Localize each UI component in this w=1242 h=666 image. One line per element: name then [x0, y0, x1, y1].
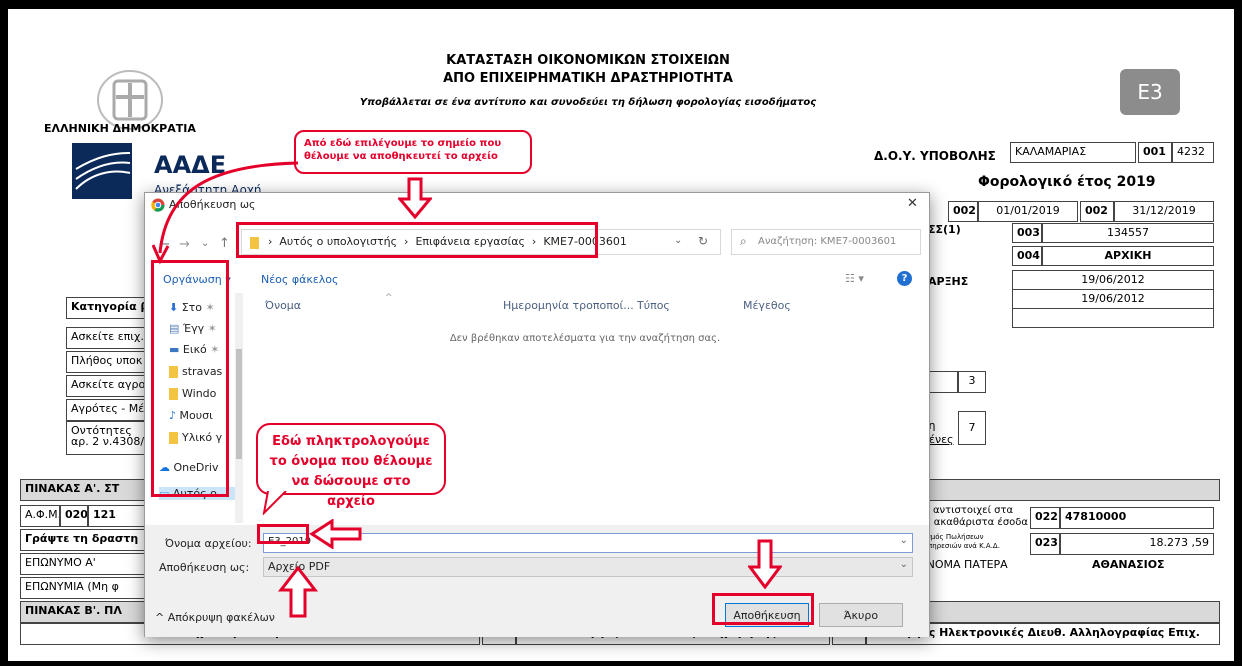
value-023-cell: 18.273 ,59	[1060, 533, 1214, 555]
period-code-b: 002	[1080, 201, 1114, 222]
fiscal-year: Φορολογικό έτος 2019	[978, 174, 1156, 190]
doy-label: Δ.Ο.Υ. ΥΠΟΒΟΛΗΣ	[874, 149, 996, 163]
eponymo-row: ΕΠΩΝΥΜΟ Α'	[20, 553, 150, 575]
small-note-2: υπηρεσιών ανά Κ.Α.Δ.	[924, 542, 1000, 550]
empty-message: Δεν βρέθηκαν αποτελέσματα για την αναζήτ…	[449, 333, 721, 344]
arrow-down-top-icon	[398, 177, 432, 219]
savetype-select[interactable]: Αρχείο PDF ⌄	[263, 557, 913, 577]
code-003: 003	[1012, 223, 1042, 243]
column-date[interactable]: Ημερομηνία τροποποί...	[503, 299, 634, 312]
aade-logo	[72, 143, 132, 199]
highlight-filename	[257, 524, 309, 544]
refresh-icon[interactable]: ↻	[698, 234, 708, 248]
callout-top-text: Από εδώ επιλέγουμε το σημείο που θέλουμε…	[304, 138, 502, 162]
view-options-icon[interactable]: ☷ ▾	[845, 272, 864, 285]
period-code-a: 002	[948, 201, 978, 222]
small-note-1: ισμός Πωλήσεων	[924, 533, 984, 541]
chevron-up-icon: ^	[155, 611, 165, 624]
father-value: ΑΘΑΝΑΣΙΟΣ	[1088, 556, 1198, 578]
hide-folders-toggle[interactable]: ^ Απόκρυψη φακέλων	[155, 611, 275, 624]
doy-code: 4232	[1172, 142, 1214, 163]
arrow-down-save-icon	[748, 539, 782, 589]
callout-bottom: Εδώ πληκτρολογούμε το όνομα που θέλουμε …	[256, 423, 446, 509]
grapste-row: Γράψτε τη δραστη	[20, 529, 150, 551]
form-subtitle: Υποβάλλεται σε ένα αντίτυπο και συνοδεύε…	[359, 97, 817, 108]
afm-code: 020	[60, 505, 88, 527]
left-row: Αγρότες - Μέ	[66, 399, 148, 421]
code-004: 004	[1012, 246, 1042, 266]
filename-label: Όνομα αρχείου:	[165, 537, 252, 550]
eponymia-row: ΕΠΩΝΥΜΙΑ (Μη φ	[20, 577, 150, 599]
file-list-header: Όνομα ^ Ημερομηνία τροποποί... Τύπος Μέγ…	[255, 293, 915, 317]
left-row-multi: Οντότητες αρ. 2 ν.4308/	[66, 421, 148, 455]
sort-caret-icon: ^	[385, 293, 393, 303]
blank-cell	[1012, 308, 1214, 328]
value-003: 134557	[1042, 223, 1214, 243]
savetype-dropdown-icon[interactable]: ⌄	[900, 559, 908, 570]
doy-value: ΚΑΛΑΜΑΡΙΑΣ	[1010, 142, 1136, 163]
value-023-decimals: ,59	[1191, 536, 1210, 549]
close-icon[interactable]: ✕	[907, 196, 918, 211]
value-023: 18.273	[1149, 536, 1189, 549]
period-from: 01/01/2019	[978, 201, 1078, 222]
address-dropdown-icon[interactable]: ⌄	[674, 235, 682, 246]
afm-partial: 121	[88, 505, 148, 527]
column-type[interactable]: Τύπος	[637, 299, 670, 312]
father-label: ΟΝΟΜΑ ΠΑΤΕΡΑ	[914, 556, 1064, 578]
highlight-save-button	[712, 593, 814, 625]
highlight-nav-pane	[151, 260, 229, 497]
start-date-1: 19/06/2012	[1012, 270, 1214, 290]
left-row: Ασκείτε αγρο	[66, 375, 148, 397]
arrow-up-icon	[278, 566, 318, 618]
sup-label: ΣΣ(1)	[928, 223, 961, 236]
period-to: 31/12/2019	[1114, 201, 1214, 222]
afm-label: Α.Φ.Μ.	[20, 505, 60, 527]
column-size[interactable]: Μέγεθος	[743, 299, 791, 312]
filename-dropdown-icon[interactable]: ⌄	[900, 535, 908, 546]
savetype-label: Αποθήκευση ως:	[159, 561, 250, 574]
left-row-line: αρ. 2 ν.4308/	[71, 435, 145, 448]
value-004: ΑΡΧΙΚΗ	[1042, 246, 1214, 266]
cancel-button[interactable]: Άκυρο	[819, 603, 903, 627]
start-label: ΑΡΞΗΣ	[928, 275, 969, 288]
code-022: 022	[1030, 507, 1060, 529]
callout-top-connector	[152, 161, 299, 265]
screenshot-frame: ΕΛΛΗΝΙΚΗ ΔΗΜΟΚΡΑΤΙΑ ΚΑΤΑΣΤΑΣΗ ΟΙΚΟΝΟΜΙΚΩ…	[8, 9, 1234, 661]
hide-folders-label: Απόκρυψη φακέλων	[167, 611, 275, 624]
callout-bottom-tail	[262, 491, 287, 515]
start-date-2: 19/06/2012	[1012, 289, 1214, 309]
search-box[interactable]: ⌕ Αναζήτηση: KME7-0003601	[731, 229, 921, 255]
value-022: 47810000	[1060, 507, 1214, 529]
search-placeholder: Αναζήτηση: KME7-0003601	[758, 236, 897, 247]
left-row: Κατηγορία βι	[66, 297, 148, 319]
callout-top: Από εδώ επιλέγουμε το σημείο που θέλουμε…	[294, 130, 532, 174]
form-title-1: ΚΑΤΑΣΤΑΣΗ ΟΙΚΟΝΟΜΙΚΩΝ ΣΤΟΙΧΕΙΩΝ	[446, 53, 730, 68]
help-icon[interactable]: ?	[897, 271, 912, 286]
doy-code-label: 001	[1138, 142, 1172, 163]
republic-label: ΕΛΛΗΝΙΚΗ ΔΗΜΟΚΡΑΤΙΑ	[44, 122, 196, 135]
right-note-1: υ αντιστοιχεί στα	[924, 505, 1014, 516]
search-icon: ⌕	[740, 234, 747, 248]
new-folder-button[interactable]: Νέος φάκελος	[261, 273, 339, 286]
left-row: Ασκείτε επιχ.	[66, 327, 148, 349]
left-row: Πλήθος υποκ	[66, 351, 148, 373]
form-code-badge: Ε3	[1120, 69, 1180, 115]
right-note-2: α ακαθάριστα έσοδα	[924, 517, 1028, 528]
value-7: 7	[958, 411, 986, 445]
arrow-left-icon	[310, 519, 362, 549]
value-3: 3	[958, 371, 986, 393]
column-name[interactable]: Όνομα	[265, 299, 301, 312]
code-023: 023	[1030, 533, 1060, 555]
form-title-2: ΑΠΟ ΕΠΙΧΕΙΡΗΜΑΤΙΚΗ ΔΡΑΣΤΗΡΙΟΤΗΤΑ	[443, 71, 733, 86]
scrollbar-thumb[interactable]	[236, 349, 242, 459]
nav-scrollbar[interactable]	[235, 293, 243, 523]
